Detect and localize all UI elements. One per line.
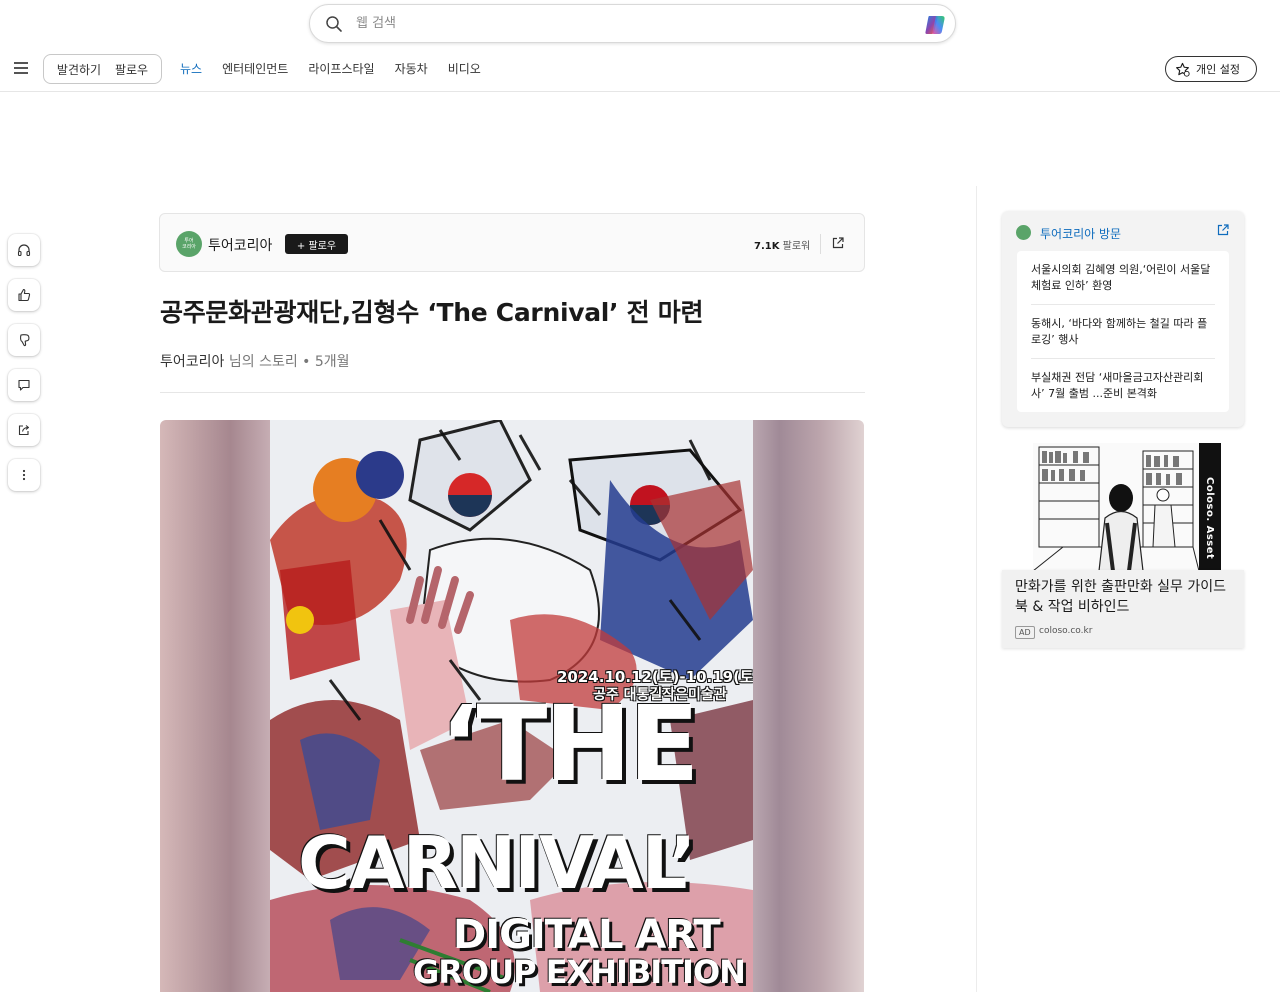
byline-publisher[interactable]: 투어코리아 [160,354,224,370]
visit-publisher-logo [1016,225,1031,240]
publisher-visit-card: 투어코리아 방문 서울시의회 김혜영 의원,‘어린이 서울달 체험료 인하’ 환… [1002,211,1244,427]
nav-link-entertainment[interactable]: 엔터테인먼트 [222,60,288,77]
nav-link-lifestyle[interactable]: 라이프스타일 [308,60,374,77]
follow-button[interactable]: + 팔로우 [285,234,348,254]
followers-number: 7.1K [754,241,780,252]
article-hero-image[interactable]: 2024.10.12(토)-10.19(토) 공주 대통길작은미술관 ‘THE … [160,420,864,992]
following-pill[interactable]: 팔로우 [115,61,148,78]
follow-button-label: + 팔로우 [296,240,337,252]
headphones-icon [17,244,31,257]
thumbs-up-icon [18,288,31,302]
thumbs-down-icon [20,334,30,347]
nav-link-video[interactable]: 비디오 [448,60,481,77]
ad-badge: AD [1015,626,1035,639]
menu-icon[interactable] [14,62,28,74]
publisher-logo[interactable]: 투어 코리아 [176,231,202,257]
ad-text-panel: 만화가를 위한 출판만화 실무 가이드북 & 작업 비하인드 AD coloso… [1002,570,1244,648]
publisher-divider [820,234,821,254]
external-link-icon[interactable] [831,236,845,250]
more-vertical-icon [22,469,26,481]
feed-toggle: 발견하기 팔로우 [43,54,162,84]
nav-link-news[interactable]: 뉴스 [180,60,202,77]
nav-link-autos[interactable]: 자동차 [395,60,428,77]
visit-story-item[interactable]: 부실채권 전담 ‘새마을금고자산관리회사’ 7월 출범 ...준비 본격화 [1031,359,1215,412]
publisher-logo-text: 투어 코리아 [182,238,196,250]
personalize-button[interactable]: 개인 설정 [1165,56,1257,82]
poster-title-line2: CARNIVAL’ [298,821,696,905]
exhibition-poster: 2024.10.12(토)-10.19(토) 공주 대통길작은미술관 ‘THE … [270,420,753,992]
ad-domain: coloso.co.kr [1039,626,1093,636]
personalize-label: 개인 설정 [1196,63,1240,76]
followers-count: 7.1K 팔로워 [754,237,810,252]
search-icon [326,16,342,32]
comment-icon [18,379,30,391]
like-button[interactable] [8,279,40,311]
share-icon [18,425,30,436]
byline-suffix: 님의 스토리 • [224,354,315,370]
visit-publisher-link[interactable]: 투어코리아 방문 [1040,225,1121,242]
title-divider [160,392,865,393]
followers-label: 팔로워 [782,241,811,252]
top-navbar: 발견하기 팔로우 뉴스 엔터테인먼트 라이프스타일 자동차 비디오 개인 설정 [0,44,1280,92]
personalize-star-icon [1176,62,1190,77]
action-rail [8,234,40,504]
comment-button[interactable] [8,369,40,401]
article-byline: 투어코리아 님의 스토리 • 5개월 [160,351,350,371]
poster-subtitle-line2: GROUP EXHIBITION [413,953,746,991]
copilot-icon[interactable] [923,13,947,37]
ad-brand-text: Coloso. Asset [1204,477,1215,560]
ad-manga-illustration [1033,443,1221,571]
category-nav: 뉴스 엔터테인먼트 라이프스타일 자동차 비디오 [180,60,501,77]
external-link-icon[interactable] [1216,223,1230,237]
ad-image: Coloso. Asset [1033,443,1221,571]
column-divider [976,186,977,992]
search-bar[interactable] [309,4,956,43]
poster-subtitle-line1: DIGITAL ART [453,912,721,958]
visit-story-item[interactable]: 서울시의회 김혜영 의원,‘어린이 서울달 체험료 인하’ 환영 [1031,251,1215,305]
visit-story-item[interactable]: 동해시, ‘바다와 함께하는 철길 따라 플로깅’ 행사 [1031,305,1215,359]
search-input[interactable] [356,5,916,42]
more-options-button[interactable] [8,459,40,491]
publisher-card: 투어 코리아 투어코리아 + 팔로우 7.1K 팔로워 [159,213,865,272]
article-age: 5개월 [314,354,350,370]
poster-title-line1: ‘THE [440,683,700,805]
listen-button[interactable] [8,234,40,266]
ad-card[interactable]: Coloso. Asset 만화가를 위한 출판만화 실무 가이드북 & 작업 … [1002,440,1244,648]
discover-pill[interactable]: 발견하기 [57,61,101,78]
ad-headline[interactable]: 만화가를 위한 출판만화 실무 가이드북 & 작업 비하인드 [1015,577,1235,617]
article-title: 공주문화관광재단,김형수 ‘The Carnival’ 전 마련 [160,298,704,327]
dislike-button[interactable] [8,324,40,356]
ad-brand-band: Coloso. Asset [1199,443,1221,571]
publisher-name[interactable]: 투어코리아 [208,235,272,255]
visit-story-list: 서울시의회 김혜영 의원,‘어린이 서울달 체험료 인하’ 환영 동해시, ‘바… [1017,251,1229,412]
share-button[interactable] [8,414,40,446]
